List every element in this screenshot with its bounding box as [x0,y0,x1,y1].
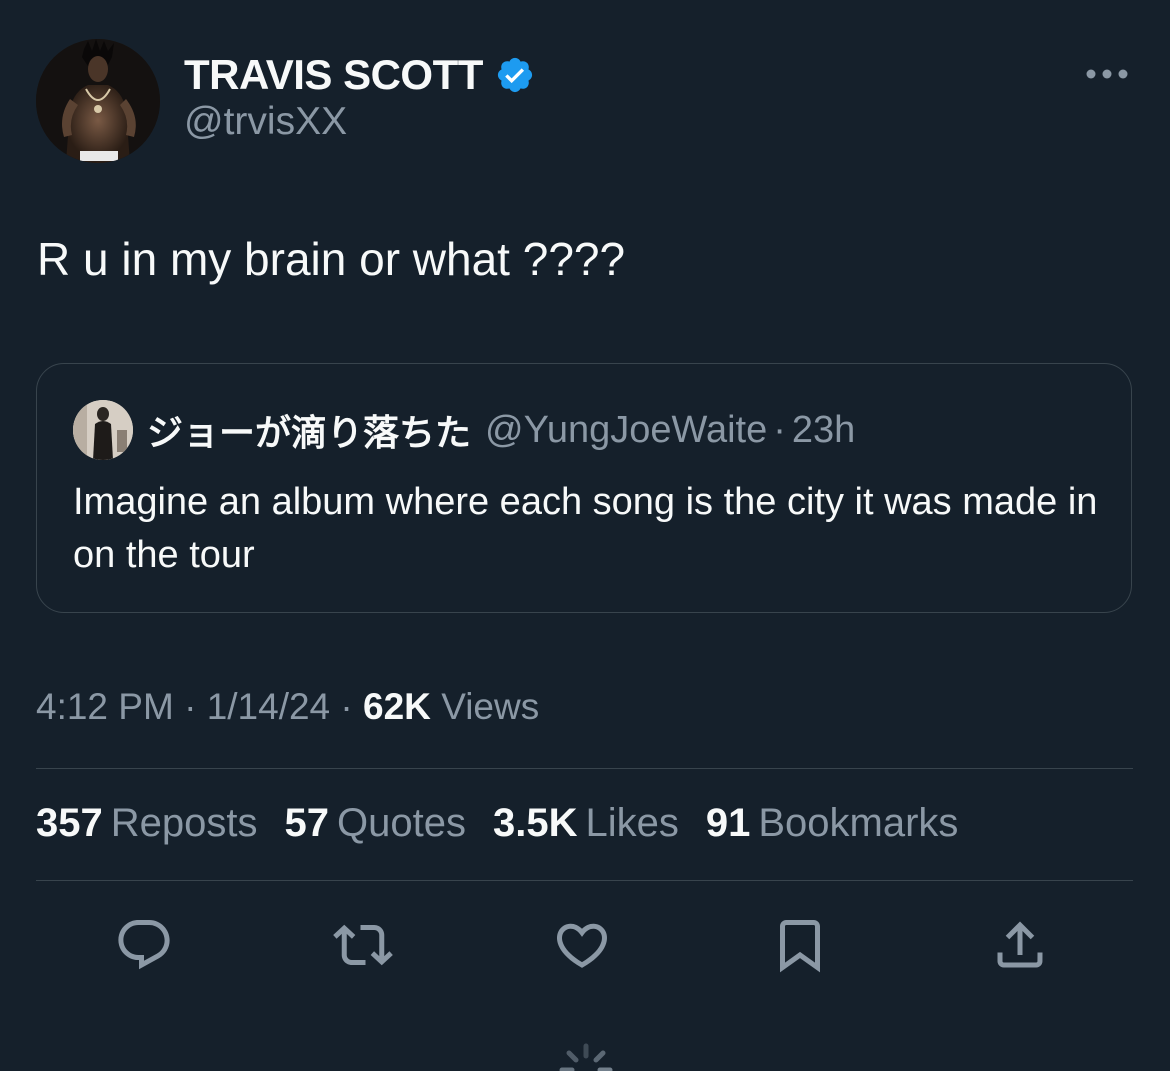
bookmarks-label: Bookmarks [758,801,959,845]
quote-author-name[interactable]: ジョーが滴り落ちた [147,404,471,456]
quoted-tweet-card[interactable]: ジョーが滴り落ちた @YungJoeWaite · 23h Imagine an… [36,363,1132,613]
loading-spinner-icon [556,1040,616,1071]
verified-badge-icon [495,55,535,95]
bookmark-button[interactable] [768,913,832,977]
avatar-photo [36,39,160,163]
stat-bookmarks[interactable]: 91 Bookmarks [706,801,959,846]
tweet-text: R u in my brain or what ???? [37,233,626,285]
author-handle[interactable]: @trvisXX [184,100,347,144]
bookmarks-count: 91 [705,801,751,845]
quote-author-avatar [73,400,133,460]
quote-avatar-photo [73,400,133,460]
share-icon [997,921,1043,968]
engagement-stats: 357 Reposts 57 Quotes 3.5K Likes 91 Bookmark… [36,801,958,846]
like-icon [556,923,608,968]
quotes-label: Quotes [337,801,466,845]
tweet-detail: TRAVIS SCOTT @trvisXX R u in my brain or… [0,0,1170,1071]
reposts-label: Reposts [110,801,258,845]
repost-button[interactable] [331,913,395,977]
bookmark-icon [780,920,820,973]
author-display-name[interactable]: TRAVIS SCOTT [184,51,483,99]
tweet-meta: 4:12 PM · 1/14/24 · 62K Views [36,686,539,728]
share-button[interactable] [988,913,1052,977]
divider [36,880,1133,881]
reply-button[interactable] [112,913,176,977]
stat-reposts[interactable]: 357 Reposts [36,801,258,846]
quote-author-handle[interactable]: @YungJoeWaite [485,409,767,452]
author-avatar[interactable] [36,39,160,163]
meta-separator: · [184,686,197,727]
stat-likes[interactable]: 3.5K Likes [493,801,679,846]
views-label: Views [441,686,540,727]
tweet-date[interactable]: 1/14/24 [207,686,330,727]
reposts-count: 357 [36,801,103,845]
quote-text: Imagine an album where each song is the … [73,481,1098,576]
more-options-icon[interactable] [1083,62,1131,86]
likes-label: Likes [585,801,679,845]
quote-timestamp[interactable]: 23h [792,409,855,452]
like-button[interactable] [550,913,614,977]
quote-separator: · [773,408,786,451]
repost-icon [333,924,393,966]
divider [36,768,1133,769]
views-count: 62K [363,686,431,727]
author-name-row[interactable]: TRAVIS SCOTT [184,50,535,100]
reply-icon [118,920,170,970]
meta-separator: · [340,686,353,727]
tweet-time[interactable]: 4:12 PM [36,686,174,727]
likes-count: 3.5K [492,801,578,845]
stat-quotes[interactable]: 57 Quotes [285,801,466,846]
quotes-count: 57 [284,801,330,845]
quote-header: ジョーが滴り落ちた @YungJoeWaite · 23h [147,402,855,458]
